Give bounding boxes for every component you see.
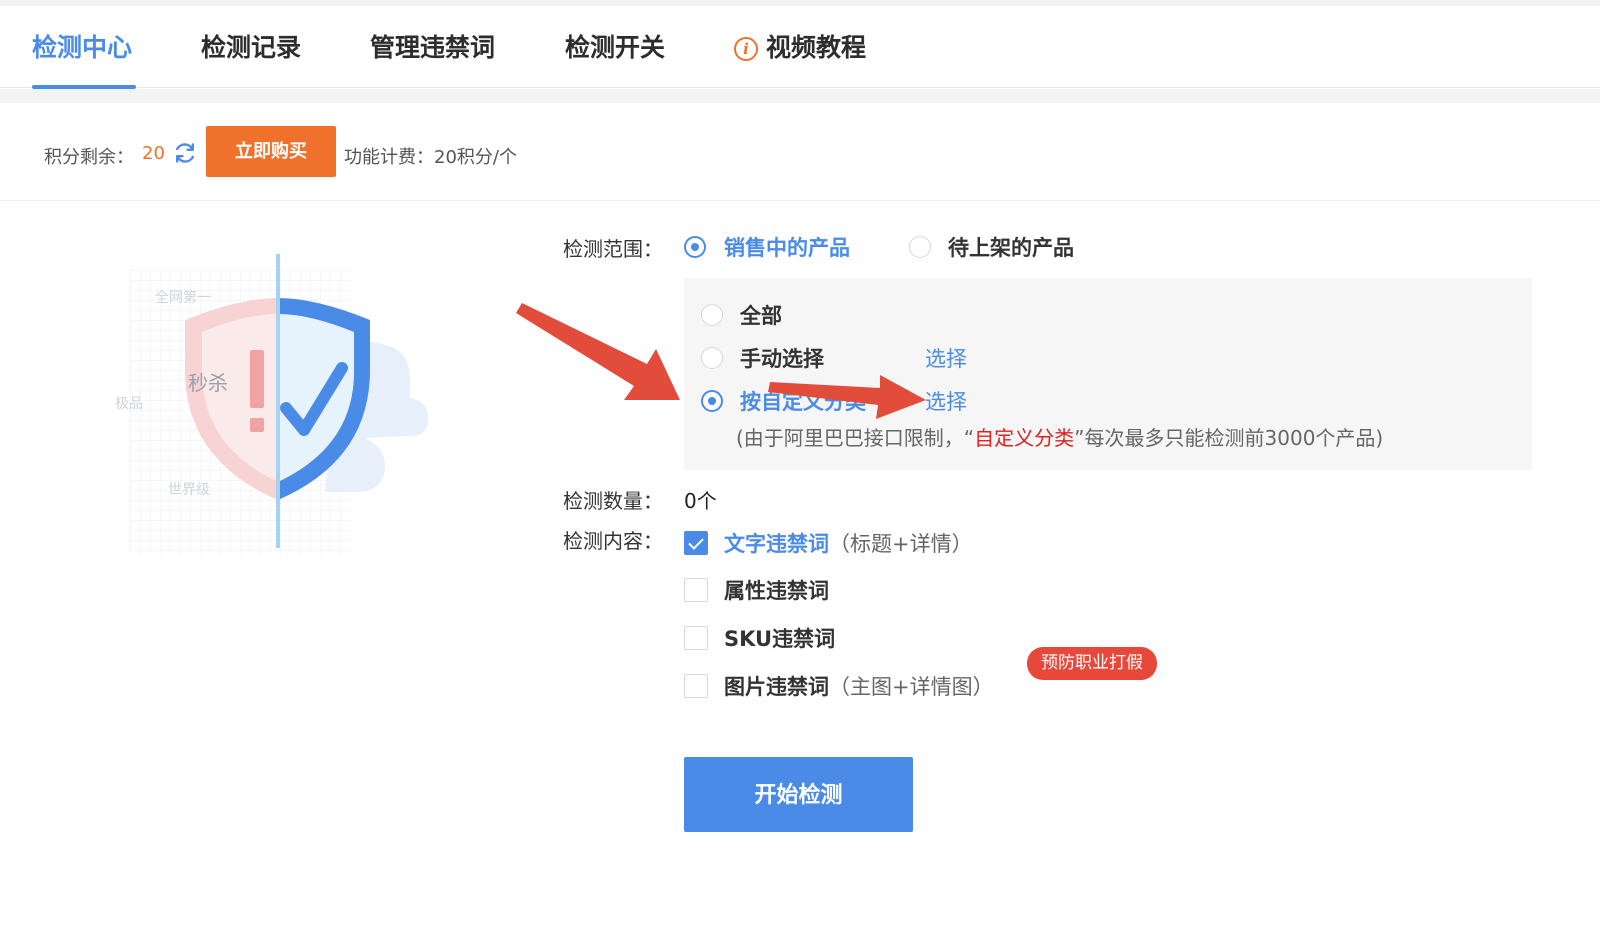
checkbox-text-banned-words[interactable]	[684, 531, 708, 555]
start-detection-button[interactable]: 开始检测	[684, 757, 913, 832]
radio-custom-category[interactable]	[701, 390, 723, 412]
radio-manual-select[interactable]	[701, 347, 723, 369]
radio-all[interactable]	[701, 304, 723, 326]
option-selling-products[interactable]: 销售中的产品	[724, 232, 850, 262]
tab-video-tutorial-label: 视频教程	[766, 33, 867, 62]
checkbox-image-banned-words[interactable]	[684, 674, 708, 698]
points-value: 20	[142, 143, 165, 164]
buy-now-button[interactable]: 立即购买	[206, 126, 336, 177]
count-value: 0个	[684, 489, 717, 513]
points-label: 积分剩余：	[44, 147, 134, 168]
count-label: 检测数量：	[563, 489, 663, 513]
tag-bottom: 世界级	[168, 482, 210, 498]
checkbox-attribute-banned-words[interactable]	[684, 578, 708, 602]
arrow-annotation-1	[516, 303, 680, 400]
scope-label: 检测范围：	[563, 237, 663, 261]
option-manual-select[interactable]: 手动选择	[740, 343, 824, 373]
tag-left: 极品	[115, 396, 143, 412]
scope-note: (由于阿里巴巴接口限制，“自定义分类”每次最多只能检测前3000个产品)	[736, 426, 1384, 450]
section-gap	[0, 89, 1600, 103]
tab-bar: 检测中心 检测记录 管理违禁词 检测开关 i 视频教程	[0, 6, 1600, 89]
note-highlight: 自定义分类	[974, 426, 1075, 450]
content-item-text-banned-words[interactable]: 文字违禁词（标题+详情）	[724, 528, 973, 558]
refresh-icon[interactable]	[172, 140, 198, 166]
points-bar: 积分剩余： 20 立即购买 功能计费：20积分/个	[0, 103, 1600, 201]
radio-pending-products[interactable]	[909, 236, 931, 258]
option-pending-products[interactable]: 待上架的产品	[948, 232, 1074, 262]
tag-top: 全网第一	[155, 289, 211, 306]
custom-category-link[interactable]: 选择	[925, 386, 967, 416]
content-item-sku-banned-words[interactable]: SKU违禁词	[724, 623, 835, 653]
checkbox-sku-banned-words[interactable]	[684, 626, 708, 650]
option-all[interactable]: 全部	[740, 300, 782, 330]
content-label: 检测内容：	[563, 529, 663, 553]
shield-illustration: 全网第一 极品 秒杀 世界级	[115, 254, 428, 555]
option-custom-category[interactable]: 按自定义分类	[740, 386, 866, 416]
content-item-image-banned-words[interactable]: 图片违禁词（主图+详情图）	[724, 671, 994, 701]
tab-detection-switch[interactable]: 检测开关	[565, 6, 665, 88]
tab-manage-banned-words[interactable]: 管理违禁词	[370, 6, 495, 88]
fee-label: 功能计费：20积分/个	[344, 147, 517, 168]
anti-fraud-badge: 预防职业打假	[1027, 647, 1157, 680]
content-item-attribute-banned-words[interactable]: 属性违禁词	[724, 575, 829, 605]
tab-detection-records[interactable]: 检测记录	[201, 6, 301, 88]
tab-detection-center[interactable]: 检测中心	[32, 6, 132, 88]
radio-selling-products[interactable]	[684, 236, 706, 258]
tab-video-tutorial[interactable]: i 视频教程	[734, 6, 866, 88]
info-icon: i	[734, 37, 758, 61]
tag-mid: 秒杀	[188, 371, 228, 395]
manual-select-link[interactable]: 选择	[925, 343, 967, 373]
